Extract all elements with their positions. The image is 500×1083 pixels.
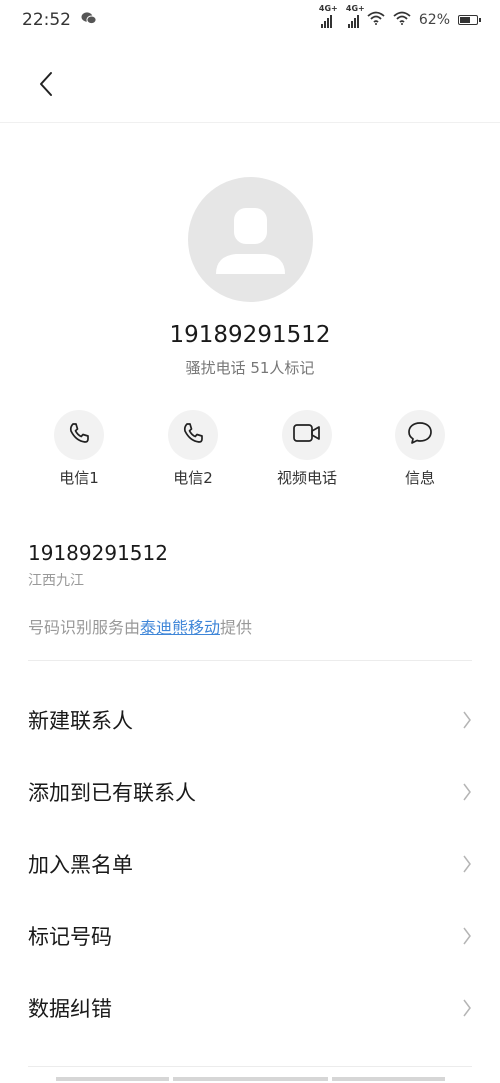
call-sim1-button[interactable]: 电信1 (29, 410, 129, 488)
video-camera-icon (292, 422, 322, 448)
provider-prefix: 号码识别服务由 (28, 618, 141, 637)
spam-tag-line: 骚扰电话 51人标记 (185, 359, 315, 377)
wifi-icon (393, 11, 411, 29)
menu-item-label: 加入黑名单 (28, 853, 133, 877)
battery-icon (458, 15, 481, 25)
phone-icon (181, 421, 205, 449)
menu-item-new-contact[interactable]: 新建联系人 (0, 684, 500, 756)
info-location: 江西九江 (28, 573, 84, 589)
message-icon (406, 420, 434, 450)
person-icon (188, 208, 313, 302)
status-left: 22:52 (22, 10, 97, 30)
signal-icon: 4G+ (319, 4, 338, 28)
action-label: 电信2 (173, 469, 213, 487)
action-circle (282, 410, 332, 460)
phone-icon (67, 421, 91, 449)
action-label: 视频电话 (276, 469, 337, 487)
menu-item-label: 添加到已有联系人 (28, 781, 196, 805)
menu-item-add-to-existing[interactable]: 添加到已有联系人 (0, 756, 500, 828)
top-bar (0, 50, 500, 123)
chevron-right-icon (462, 998, 472, 1022)
action-circle (395, 410, 445, 460)
menu-list: 新建联系人 添加到已有联系人 加入黑名单 标记号码 数据纠错 (0, 684, 500, 1044)
network-type-label: 4G+ (345, 4, 365, 13)
divider (28, 660, 472, 661)
provider-note: 号码识别服务由泰迪熊移动提供 (28, 614, 252, 638)
menu-item-mark-number[interactable]: 标记号码 (0, 900, 500, 972)
menu-item-blacklist[interactable]: 加入黑名单 (0, 828, 500, 900)
status-right: 4G+ 4G+ 62% (319, 4, 481, 29)
menu-item-data-correction[interactable]: 数据纠错 (0, 972, 500, 1044)
wifi-icon (367, 11, 385, 29)
network-type-label: 4G+ (318, 4, 338, 13)
action-label: 信息 (404, 469, 435, 487)
action-label: 电信1 (59, 469, 99, 487)
info-number[interactable]: 19189291512 (28, 541, 168, 565)
chevron-right-icon (462, 782, 472, 806)
menu-item-label: 数据纠错 (28, 997, 112, 1021)
status-bar: 22:52 4G+ 4G+ 62% (0, 0, 500, 40)
message-button[interactable]: 信息 (370, 410, 470, 488)
divider (28, 1066, 472, 1067)
action-circle (168, 410, 218, 460)
battery-percent: 62% (418, 12, 450, 28)
navigation-bar[interactable] (0, 1077, 500, 1083)
chevron-right-icon (462, 854, 472, 878)
action-row: 电信1 电信2 视频电话 信息 (0, 410, 500, 500)
menu-item-label: 新建联系人 (28, 709, 133, 733)
chevron-right-icon (462, 926, 472, 950)
back-button[interactable] (26, 68, 66, 104)
call-sim2-button[interactable]: 电信2 (143, 410, 243, 488)
battery-fill (460, 17, 470, 23)
video-call-button[interactable]: 视频电话 (257, 410, 357, 488)
signal-icon: 4G+ (346, 4, 365, 28)
status-time: 22:52 (22, 10, 71, 30)
chevron-left-icon (38, 71, 54, 101)
menu-item-label: 标记号码 (28, 925, 112, 949)
wechat-icon (81, 10, 97, 30)
chevron-right-icon (462, 710, 472, 734)
provider-suffix: 提供 (220, 618, 253, 637)
provider-link[interactable]: 泰迪熊移动 (140, 618, 220, 637)
action-circle (54, 410, 104, 460)
contact-number-title: 19189291512 (169, 322, 331, 348)
avatar (188, 177, 313, 302)
